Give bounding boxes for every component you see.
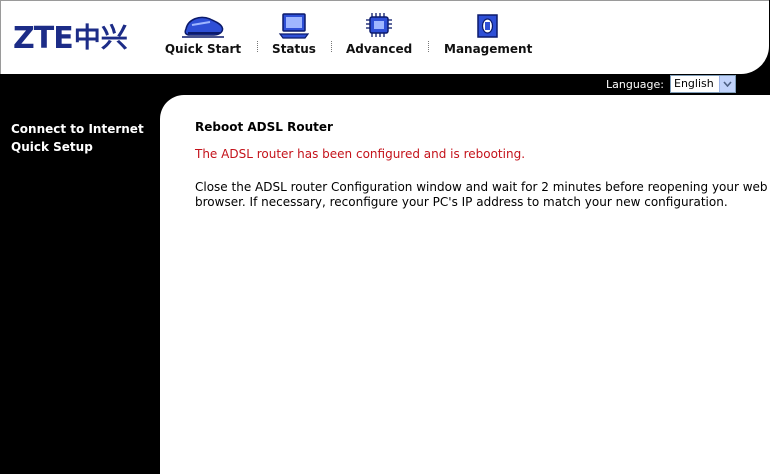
nav-management-label: Management xyxy=(444,42,533,56)
page-title: Reboot ADSL Router xyxy=(195,120,333,134)
header: ZTE 中兴 Quick Start Status Advanced Manag… xyxy=(0,0,769,74)
nav-separator xyxy=(257,41,258,52)
info-message: Close the ADSL router Configuration wind… xyxy=(195,180,768,209)
nav-advanced[interactable]: Advanced xyxy=(346,11,412,63)
nav-separator xyxy=(428,41,429,52)
language-select[interactable]: English xyxy=(670,75,736,93)
book-icon xyxy=(477,14,498,38)
language-select-value: English xyxy=(674,77,714,90)
nav-quick-start[interactable]: Quick Start xyxy=(164,11,242,63)
logo-latin-text: ZTE xyxy=(13,21,74,56)
nav-quick-start-label: Quick Start xyxy=(164,42,242,56)
nav-status-label: Status xyxy=(272,42,316,56)
sidebar-item-connect-to-internet[interactable]: Connect to Internet xyxy=(11,122,144,136)
chip-icon xyxy=(366,13,392,37)
chevron-down-icon[interactable] xyxy=(719,76,735,92)
nav-management[interactable]: Management xyxy=(444,11,532,63)
status-message: The ADSL router has been configured and … xyxy=(195,147,526,161)
zte-logo: ZTE 中兴 xyxy=(13,21,128,57)
sneaker-icon xyxy=(182,16,224,38)
sidebar: Connect to Internet Quick Setup xyxy=(0,95,160,474)
content-panel: Reboot ADSL Router The ADSL router has b… xyxy=(160,95,770,474)
sidebar-item-quick-setup[interactable]: Quick Setup xyxy=(11,140,93,154)
nav-separator xyxy=(331,41,332,52)
monitor-icon xyxy=(278,13,310,39)
language-label: Language: xyxy=(606,78,664,91)
nav-advanced-label: Advanced xyxy=(346,42,413,56)
logo-cjk-text: 中兴 xyxy=(73,23,128,54)
nav-status[interactable]: Status xyxy=(267,11,321,63)
